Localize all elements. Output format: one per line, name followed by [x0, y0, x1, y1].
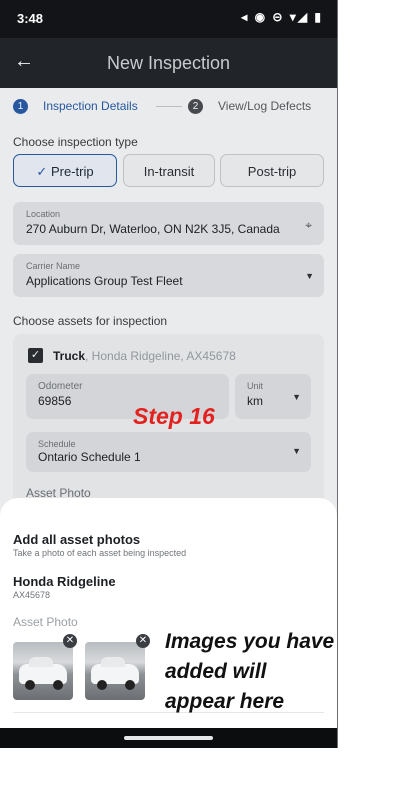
home-gesture-pill[interactable] [124, 736, 213, 740]
status-icons: ◂ ◉ ⊝ ▾◢ ▮ [241, 10, 323, 24]
remove-photo-icon[interactable]: ✕ [63, 634, 77, 648]
remove-photo-icon[interactable]: ✕ [136, 634, 150, 648]
sheet-photo-label: Asset Photo [13, 615, 78, 629]
sheet-asset-name: Honda Ridgeline [13, 574, 116, 589]
asset-photo-thumbnail[interactable] [13, 642, 73, 700]
wheel [53, 680, 63, 690]
wheel [125, 680, 135, 690]
system-nav-bar [0, 728, 337, 748]
callout-line: added will [165, 660, 267, 683]
annotation-callout: Images you have added will appear here [165, 627, 340, 717]
status-bar: 3:48 ◂ ◉ ⊝ ▾◢ ▮ [0, 0, 337, 38]
sheet-title: Add all asset photos [13, 532, 141, 547]
step-annotation: Step 16 [133, 403, 215, 429]
callout-line: Images you have [165, 630, 335, 653]
sheet-subtitle: Take a photo of each asset being inspect… [13, 548, 187, 558]
callout-line: appear here [165, 690, 285, 713]
asset-photo-thumbnail[interactable] [85, 642, 145, 700]
wheel [97, 680, 107, 690]
sheet-asset-id: AX45678 [13, 590, 51, 600]
wheel [25, 680, 35, 690]
status-time: 3:48 [17, 11, 44, 26]
